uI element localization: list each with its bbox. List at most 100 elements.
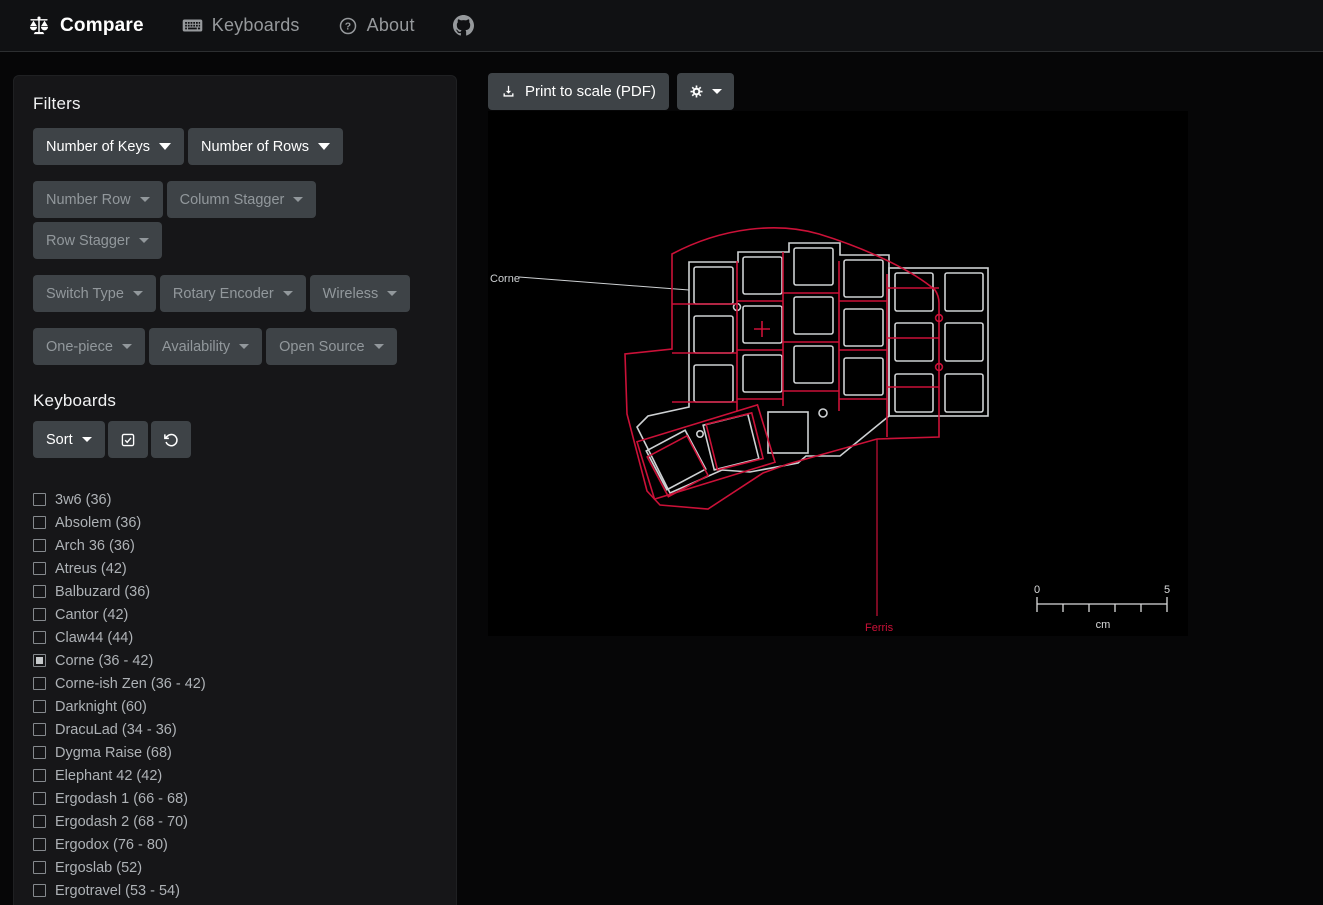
keyboard-checkbox[interactable] [33,884,46,897]
keyboard-checkbox[interactable] [33,562,46,575]
download-icon [501,84,516,99]
chevron-down-icon [133,291,143,296]
keyboard-list-item[interactable]: 3w6 (36) [33,488,437,511]
keyboard-label: Arch 36 (36) [55,538,135,554]
filter-label: One-piece [46,339,113,355]
keyboard-list-item[interactable]: Arch 36 (36) [33,534,437,557]
chevron-down-icon [140,197,150,202]
nav-item-keyboards[interactable]: Keyboards [182,15,300,36]
print-label: Print to scale (PDF) [525,83,656,100]
keyboard-list-item[interactable]: Balbuzard (36) [33,580,437,603]
select-all-button[interactable] [108,421,148,458]
filter-availability[interactable]: Availability [149,328,262,365]
keyboard-checkbox[interactable] [33,585,46,598]
keyboard-checkbox[interactable] [33,769,46,782]
keyboard-checkbox[interactable] [33,815,46,828]
keyboard-list-item[interactable]: Claw44 (44) [33,626,437,649]
keyboard-checkbox[interactable] [33,700,46,713]
corne-label: Corne [490,273,520,285]
plot-toolbar: Print to scale (PDF) [488,73,734,110]
nav-github-link[interactable] [453,15,474,36]
ruler-unit-label: cm [1096,619,1111,631]
keyboard-label: Darknight (60) [55,699,147,715]
filter-one-piece[interactable]: One-piece [33,328,145,365]
keyboard-checkbox[interactable] [33,861,46,874]
keyboard-label: Cantor (42) [55,607,128,623]
keyboard-label: Ergoslab (52) [55,860,142,876]
reset-selection-button[interactable] [151,421,191,458]
filter-label: Wireless [323,286,379,302]
keyboard-overlay-canvas: Corne Ferris 0 5 cm [488,111,1188,636]
filter-number-row[interactable]: Number Row [33,181,163,218]
keyboard-list-item[interactable]: Darknight (60) [33,695,437,718]
keyboard-list-item[interactable]: Atreus (42) [33,557,437,580]
keyboard-checkbox[interactable] [33,608,46,621]
keyboard-list-item[interactable]: Cantor (42) [33,603,437,626]
filter-label: Column Stagger [180,192,285,208]
keyboard-checkbox[interactable] [33,792,46,805]
keyboard-checkbox[interactable] [33,493,46,506]
balance-scale-icon [28,15,50,37]
navbar: Compare Keyboards ? [0,0,1323,52]
keyboard-list-item[interactable]: Ergoslab (52) [33,856,437,879]
chevron-down-icon [82,437,92,442]
check-square-icon [120,432,136,448]
svg-text:?: ? [344,21,351,32]
filter-label: Open Source [279,339,364,355]
gear-icon [689,84,704,99]
keyboard-checkbox[interactable] [33,838,46,851]
keyboard-list-item[interactable]: Ergodox (76 - 80) [33,833,437,856]
keyboard-list-item[interactable]: Corne (36 - 42) [33,649,437,672]
keyboard-label: 3w6 (36) [55,492,111,508]
keyboards-toolbar: Sort [33,421,437,458]
keyboard-list-item[interactable]: Ergotravel (53 - 54) [33,879,437,902]
keyboard-label: Balbuzard (36) [55,584,150,600]
chevron-down-icon [293,197,303,202]
nav-brand-compare[interactable]: Compare [28,15,144,37]
filter-row-stagger[interactable]: Row Stagger [33,222,162,259]
filter-open-source[interactable]: Open Source [266,328,396,365]
keyboard-list-item[interactable]: Ergodash 2 (68 - 70) [33,810,437,833]
keyboard-list-item[interactable]: Dygma Raise (68) [33,741,437,764]
sort-button[interactable]: Sort [33,421,105,458]
keyboard-list-item[interactable]: Elephant 42 (42) [33,764,437,787]
nav-item-about[interactable]: ? About [338,15,415,36]
filter-rotary-encoder[interactable]: Rotary Encoder [160,275,306,312]
filter-number-of-rows[interactable]: Number of Rows [188,128,343,165]
filter-row-2: Number Row Column Stagger Row Stagger [33,181,437,259]
github-icon [453,15,474,36]
keyboard-list-item[interactable]: Absolem (36) [33,511,437,534]
filter-column-stagger[interactable]: Column Stagger [167,181,317,218]
print-to-scale-button[interactable]: Print to scale (PDF) [488,73,669,110]
keyboard-checkbox[interactable] [33,539,46,552]
chevron-down-icon [122,344,132,349]
rotate-ccw-icon [163,432,179,448]
keyboard-list-item[interactable]: DracuLad (34 - 36) [33,718,437,741]
filter-label: Number of Rows [201,139,309,155]
keyboard-label: Ergodox (76 - 80) [55,837,168,853]
filter-label: Number Row [46,192,131,208]
keyboard-checkbox[interactable] [33,723,46,736]
filter-switch-type[interactable]: Switch Type [33,275,156,312]
ruler-end-label: 5 [1164,584,1170,596]
keyboard-label: Atreus (42) [55,561,127,577]
keyboard-label: Elephant 42 (42) [55,768,162,784]
keyboard-list-item[interactable]: Ergodash 1 (66 - 68) [33,787,437,810]
filter-number-of-keys[interactable]: Number of Keys [33,128,184,165]
keyboard-list: 3w6 (36) Absolem (36) Arch 36 (36) Atreu… [33,488,437,905]
filter-wireless[interactable]: Wireless [310,275,411,312]
plot-settings-button[interactable] [677,73,734,110]
filters-title: Filters [33,94,437,114]
keyboard-checkbox[interactable] [33,677,46,690]
keyboard-label: Claw44 (44) [55,630,133,646]
filter-label: Switch Type [46,286,124,302]
keyboard-checkbox[interactable] [33,516,46,529]
filter-row-4: One-piece Availability Open Source [33,328,437,365]
keyboard-label: Ergotravel (53 - 54) [55,883,180,899]
ruler-start-label: 0 [1034,584,1040,596]
keyboard-checkbox[interactable] [33,631,46,644]
keyboard-checkbox[interactable] [33,746,46,759]
chevron-down-icon [374,344,384,349]
keyboard-list-item[interactable]: Corne-ish Zen (36 - 42) [33,672,437,695]
keyboard-checkbox[interactable] [33,654,46,667]
